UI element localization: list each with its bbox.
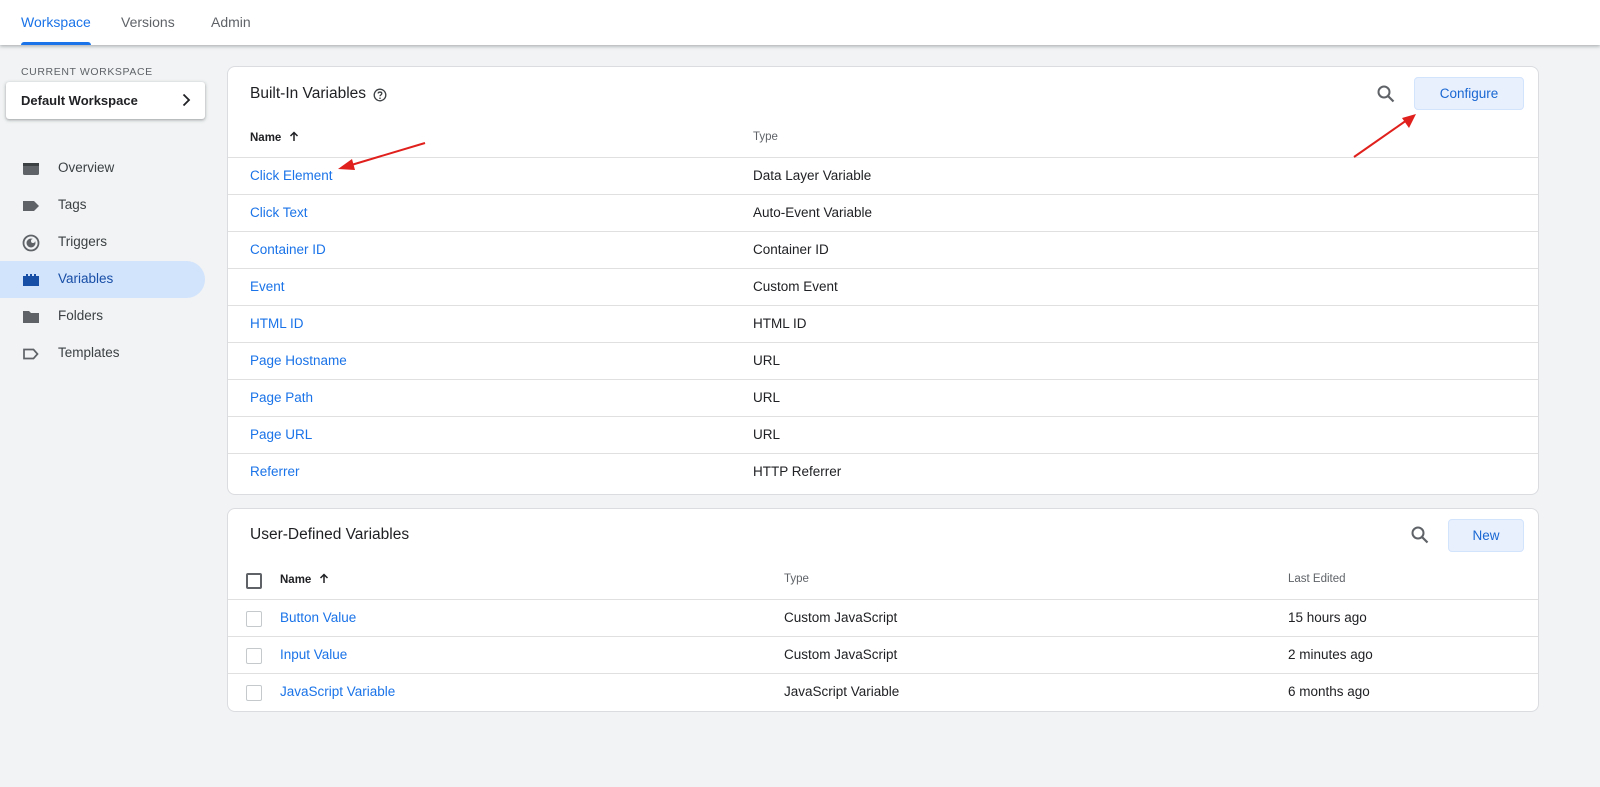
variables-icon bbox=[23, 274, 39, 286]
column-header-name[interactable]: Name bbox=[280, 573, 329, 586]
workspace-name: Default Workspace bbox=[21, 93, 138, 108]
variable-type: URL bbox=[753, 427, 781, 442]
table-row: Click Element Data Layer Variable bbox=[228, 157, 1538, 194]
configure-button[interactable]: Configure bbox=[1414, 77, 1524, 110]
last-edited: 15 hours ago bbox=[1288, 610, 1367, 625]
column-header-type: Type bbox=[784, 573, 809, 585]
column-header-label: Name bbox=[280, 574, 312, 586]
sort-ascending-icon bbox=[319, 573, 328, 583]
last-edited: 2 minutes ago bbox=[1288, 647, 1373, 662]
table-row: Input Value Custom JavaScript 2 minutes … bbox=[228, 636, 1538, 673]
sidebar-item-variables[interactable]: Variables bbox=[0, 261, 205, 298]
sidebar-item-templates[interactable]: Templates bbox=[0, 335, 205, 372]
row-checkbox[interactable] bbox=[246, 648, 262, 664]
variable-name-link[interactable]: Page Hostname bbox=[250, 353, 347, 368]
variable-type: Auto-Event Variable bbox=[753, 205, 873, 220]
variable-type: Custom JavaScript bbox=[784, 610, 898, 625]
last-edited: 6 months ago bbox=[1288, 684, 1370, 699]
table-row: Referrer HTTP Referrer bbox=[228, 453, 1538, 490]
variable-name-link[interactable]: Referrer bbox=[250, 464, 300, 479]
table-row: Click Text Auto-Event Variable bbox=[228, 194, 1538, 231]
sidebar-item-label: Folders bbox=[58, 308, 104, 323]
search-icon[interactable] bbox=[1376, 84, 1396, 104]
sort-ascending-icon bbox=[289, 131, 298, 141]
template-icon bbox=[23, 348, 39, 360]
user-defined-variables-title: User-Defined Variables bbox=[250, 526, 410, 543]
table-row: Button Value Custom JavaScript 15 hours … bbox=[228, 599, 1538, 636]
new-variable-button[interactable]: New bbox=[1448, 519, 1524, 552]
variable-type: Container ID bbox=[753, 242, 829, 257]
search-icon[interactable] bbox=[1410, 525, 1430, 545]
folder-icon bbox=[23, 311, 39, 323]
table-row: JavaScript Variable JavaScript Variable … bbox=[228, 673, 1538, 710]
variable-name-link[interactable]: Page Path bbox=[250, 390, 313, 405]
sidebar-item-label: Tags bbox=[58, 197, 87, 212]
tab-versions[interactable]: Versions bbox=[121, 0, 175, 45]
table-row: Container ID Container ID bbox=[228, 231, 1538, 268]
sidebar-item-label: Variables bbox=[58, 271, 114, 286]
table-row: Page Hostname URL bbox=[228, 342, 1538, 379]
variable-type: Data Layer Variable bbox=[753, 168, 872, 183]
builtin-variables-title: Built-In Variables bbox=[250, 85, 367, 102]
variable-name-link[interactable]: Container ID bbox=[250, 242, 326, 257]
sidebar-item-label: Overview bbox=[58, 160, 115, 175]
column-header-last-edited: Last Edited bbox=[1288, 573, 1346, 585]
sidebar-item-label: Triggers bbox=[58, 234, 108, 249]
variable-type: URL bbox=[753, 390, 781, 405]
row-checkbox[interactable] bbox=[246, 611, 262, 627]
tag-icon bbox=[23, 201, 39, 211]
table-row: HTML ID HTML ID bbox=[228, 305, 1538, 342]
variable-name-link[interactable]: Input Value bbox=[280, 647, 347, 662]
workspace-selector[interactable]: Default Workspace bbox=[6, 82, 205, 119]
chevron-right-icon bbox=[182, 93, 191, 107]
sidebar-item-overview[interactable]: Overview bbox=[0, 150, 205, 187]
variable-type: Custom Event bbox=[753, 279, 838, 294]
sidebar-item-tags[interactable]: Tags bbox=[0, 187, 205, 224]
variable-name-link[interactable]: JavaScript Variable bbox=[280, 684, 395, 699]
sidebar-item-label: Templates bbox=[58, 345, 120, 360]
help-icon[interactable] bbox=[373, 88, 387, 102]
column-header-type: Type bbox=[753, 131, 778, 143]
tab-workspace[interactable]: Workspace bbox=[21, 0, 91, 45]
current-workspace-label: CURRENT WORKSPACE bbox=[21, 66, 153, 78]
variable-name-link[interactable]: Click Text bbox=[250, 205, 308, 220]
overview-icon bbox=[23, 163, 39, 175]
column-header-label: Name bbox=[250, 132, 282, 144]
variable-type: JavaScript Variable bbox=[784, 684, 900, 699]
trigger-icon bbox=[22, 234, 40, 252]
variable-name-link[interactable]: Click Element bbox=[250, 168, 333, 183]
tab-admin[interactable]: Admin bbox=[211, 0, 251, 45]
table-row: Page URL URL bbox=[228, 416, 1538, 453]
variable-name-link[interactable]: HTML ID bbox=[250, 316, 304, 331]
variable-name-link[interactable]: Button Value bbox=[280, 610, 356, 625]
variable-type: URL bbox=[753, 353, 781, 368]
select-all-checkbox[interactable] bbox=[246, 573, 262, 589]
sidebar-item-folders[interactable]: Folders bbox=[0, 298, 205, 335]
table-row: Event Custom Event bbox=[228, 268, 1538, 305]
variable-type: HTTP Referrer bbox=[753, 464, 842, 479]
column-header-name[interactable]: Name bbox=[250, 131, 299, 144]
top-nav-bar: Workspace Versions Admin bbox=[0, 0, 1600, 45]
variable-name-link[interactable]: Page URL bbox=[250, 427, 312, 442]
variable-type: HTML ID bbox=[753, 316, 807, 331]
row-checkbox[interactable] bbox=[246, 685, 262, 701]
variable-name-link[interactable]: Event bbox=[250, 279, 285, 294]
variable-type: Custom JavaScript bbox=[784, 647, 898, 662]
sidebar-item-triggers[interactable]: Triggers bbox=[0, 224, 205, 261]
user-defined-variables-card: User-Defined Variables New Name Type Las… bbox=[227, 508, 1539, 712]
table-row: Page Path URL bbox=[228, 379, 1538, 416]
builtin-variables-card: Built-In Variables Configure Name Type C… bbox=[227, 66, 1539, 495]
